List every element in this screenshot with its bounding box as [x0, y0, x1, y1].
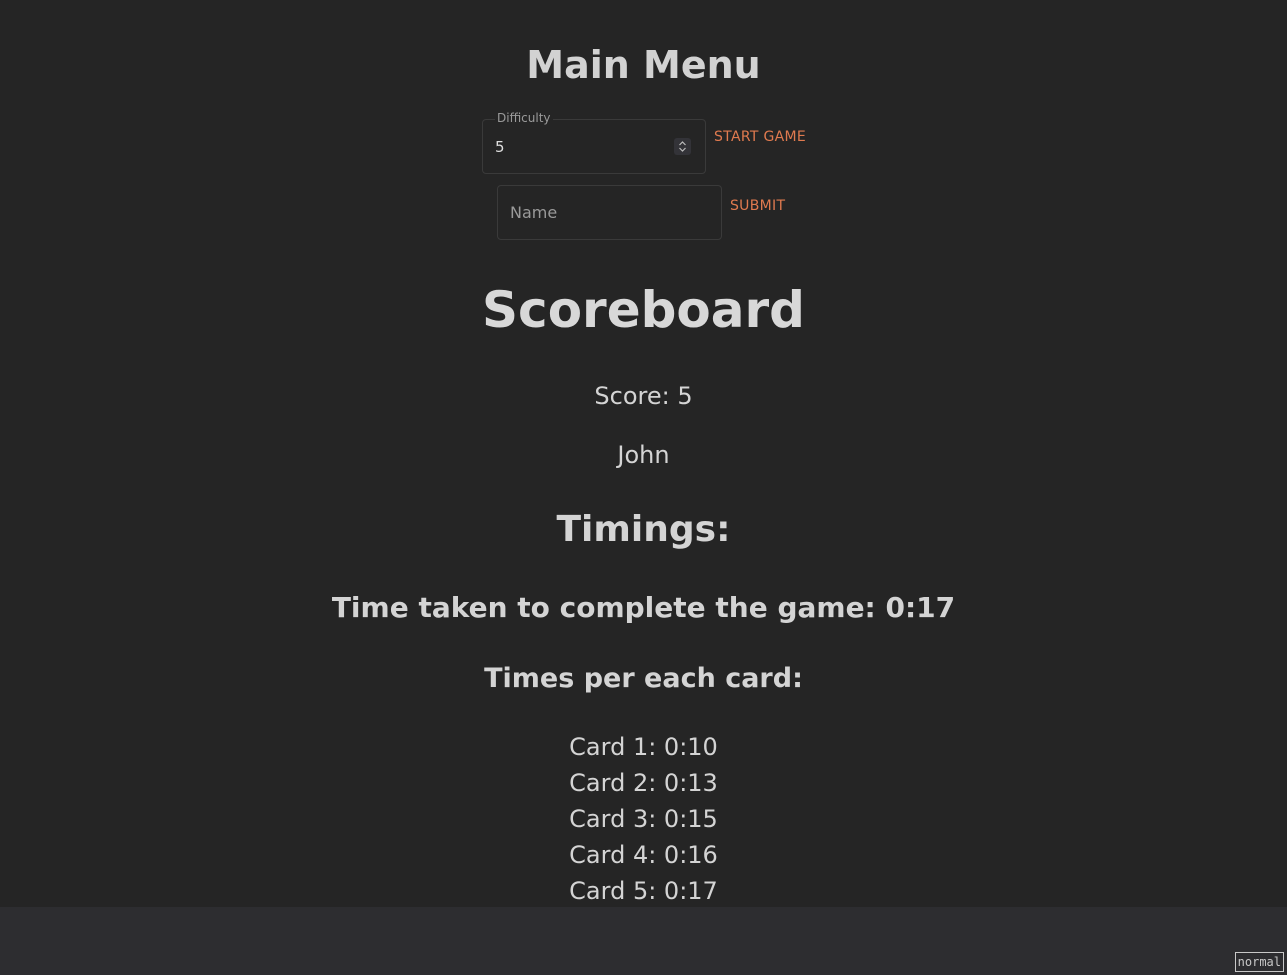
- difficulty-input[interactable]: 5: [495, 137, 505, 157]
- main-menu-title: Main Menu: [526, 43, 761, 87]
- timings-title: Timings:: [556, 509, 731, 550]
- name-input[interactable]: [510, 201, 710, 223]
- difficulty-stepper-icon[interactable]: [674, 138, 691, 155]
- list-item: Card 5: 0:17: [569, 877, 718, 905]
- status-bar: [0, 907, 1287, 975]
- main-content: Main Menu Difficulty 5 START GAME SUBMIT…: [0, 0, 1287, 907]
- score-text: Score: 5: [594, 382, 693, 410]
- submit-button[interactable]: SUBMIT: [730, 197, 785, 215]
- list-item: Card 4: 0:16: [569, 841, 718, 869]
- start-game-button[interactable]: START GAME: [714, 128, 806, 146]
- per-card-title: Times per each card:: [484, 663, 803, 694]
- difficulty-field[interactable]: [482, 119, 706, 174]
- card-times-list: Card 1: 0:10 Card 2: 0:13 Card 3: 0:15 C…: [0, 729, 1287, 909]
- list-item: Card 2: 0:13: [569, 769, 718, 797]
- total-time: Time taken to complete the game: 0:17: [331, 591, 956, 624]
- difficulty-label: Difficulty: [495, 111, 553, 125]
- list-item: Card 1: 0:10: [569, 733, 718, 761]
- player-name: John: [617, 441, 670, 469]
- mode-badge: normal: [1234, 952, 1284, 972]
- list-item: Card 3: 0:15: [569, 805, 718, 833]
- scoreboard-title: Scoreboard: [482, 281, 805, 339]
